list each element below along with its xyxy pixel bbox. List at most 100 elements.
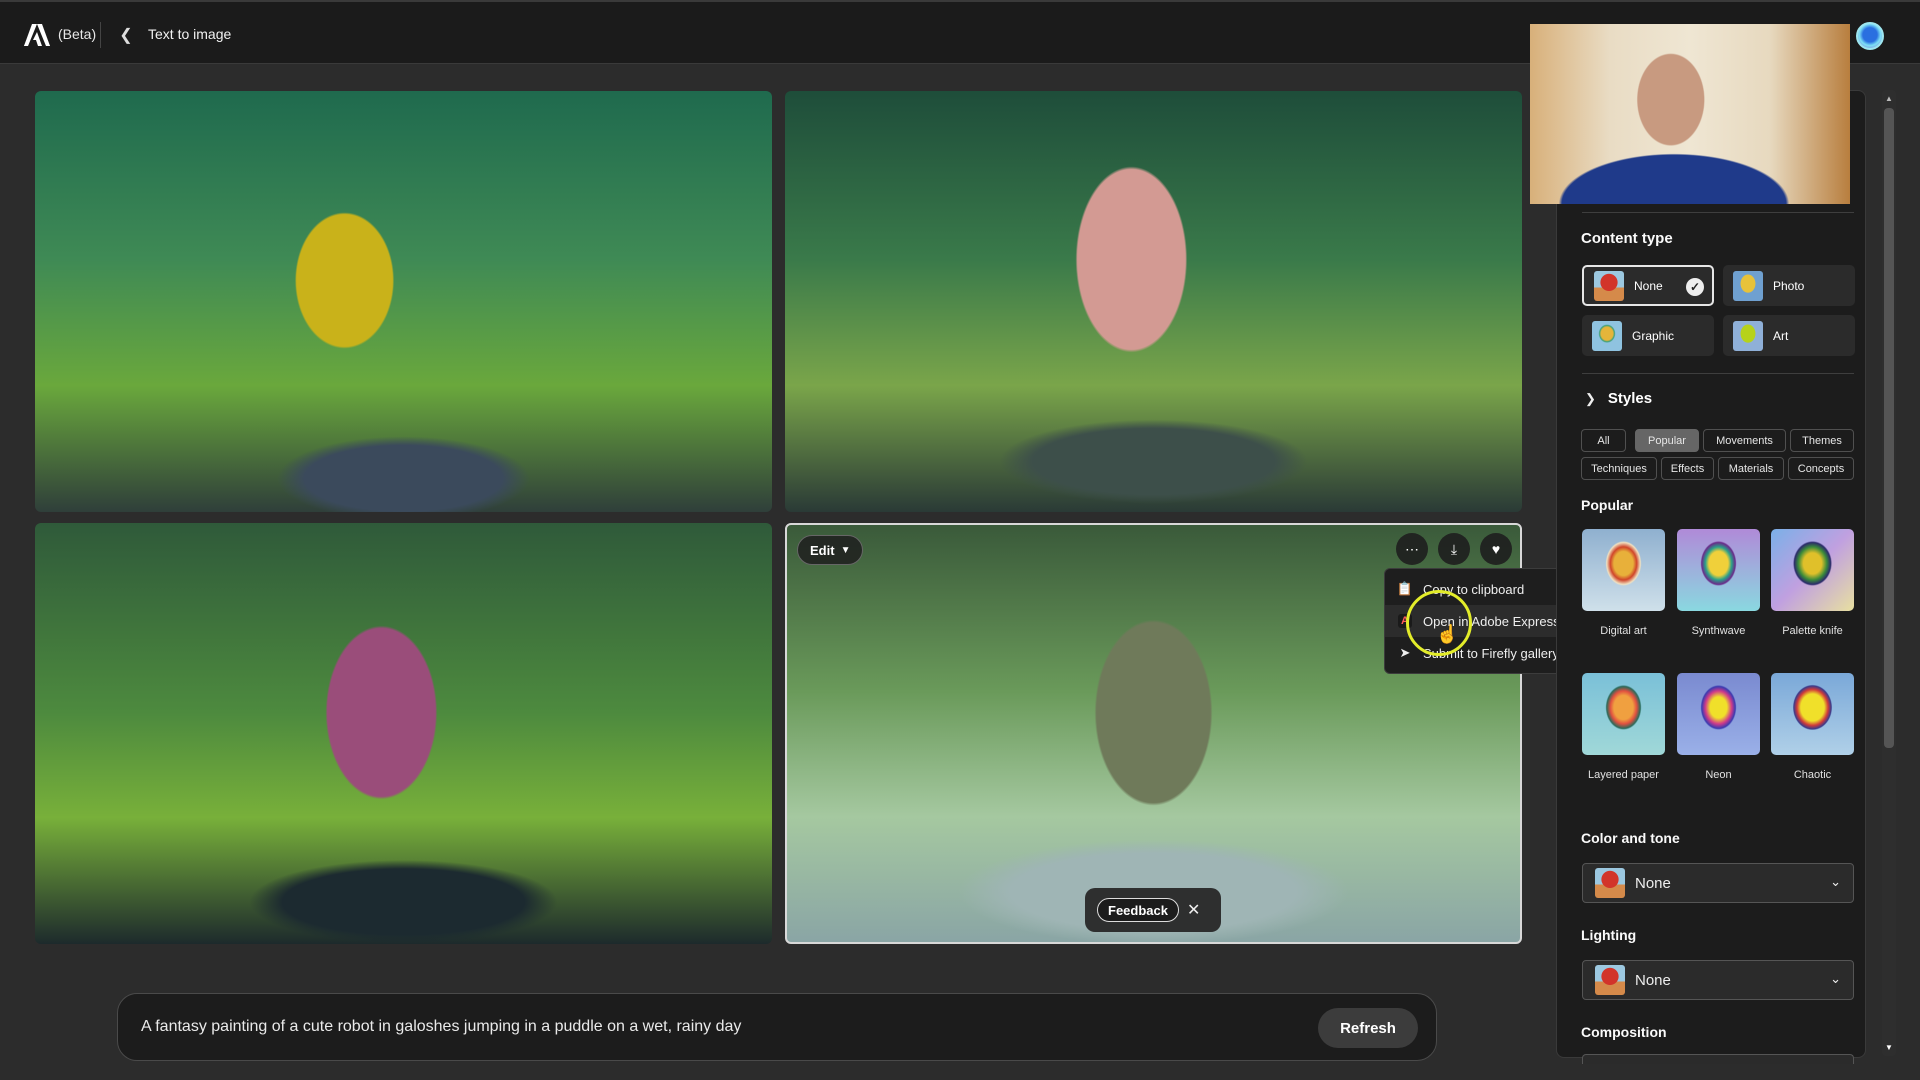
- style-filter-movements[interactable]: Movements: [1703, 429, 1786, 452]
- page-title: Text to image: [148, 26, 232, 42]
- style-digital-art[interactable]: Digital art: [1582, 529, 1665, 637]
- content-type-label: Photo: [1773, 278, 1805, 293]
- scroll-up-icon[interactable]: ▲: [1885, 94, 1893, 103]
- image-grid: Edit ▼ ⋯ ⤓ ♥: [35, 91, 1522, 944]
- refresh-button[interactable]: Refresh: [1318, 1008, 1418, 1048]
- prompt-bar: A fantasy painting of a cute robot in ga…: [117, 993, 1437, 1061]
- popular-group-title: Popular: [1581, 497, 1634, 513]
- style-label: Layered paper: [1588, 769, 1659, 781]
- styles-toggle[interactable]: ❯ Styles: [1585, 390, 1652, 407]
- generated-image-2[interactable]: [785, 91, 1522, 512]
- chevron-down-icon: ⌄: [1830, 874, 1841, 889]
- chevron-down-icon: ⌄: [1830, 971, 1841, 986]
- dropdown-value: None: [1635, 971, 1671, 989]
- checkmark-icon: ✓: [1686, 278, 1704, 296]
- style-palette-knife[interactable]: Palette knife: [1771, 529, 1854, 637]
- lighting-dropdown[interactable]: None ⌄: [1582, 960, 1854, 1000]
- style-synthwave[interactable]: Synthwave: [1677, 529, 1760, 637]
- composition-dropdown[interactable]: [1582, 1054, 1854, 1064]
- content-type-art[interactable]: Art: [1723, 315, 1855, 356]
- profile-avatar[interactable]: [1856, 22, 1884, 50]
- more-icon: ⋯: [1405, 540, 1419, 557]
- style-label: Palette knife: [1782, 625, 1843, 637]
- content-type-label: None: [1634, 278, 1663, 293]
- menu-item-label: Submit to Firefly gallery: [1423, 645, 1559, 661]
- more-options-button[interactable]: ⋯: [1396, 533, 1428, 565]
- style-thumbnail: [1771, 529, 1854, 611]
- close-icon[interactable]: ✕: [1187, 900, 1200, 920]
- menu-item-open-in-adobe-express[interactable]: A Open in Adobe Express: [1385, 605, 1581, 637]
- style-thumbnail: [1677, 673, 1760, 755]
- divider: [100, 22, 101, 48]
- prompt-input[interactable]: A fantasy painting of a cute robot in ga…: [141, 1018, 741, 1036]
- style-thumbnail: [1771, 673, 1854, 755]
- menu-item-copy-to-clipboard[interactable]: 📋 Copy to clipboard: [1385, 573, 1581, 605]
- generated-image-1[interactable]: [35, 91, 772, 512]
- feedback-bar: Feedback ✕: [1085, 888, 1221, 932]
- download-icon: ⤓: [1450, 540, 1458, 557]
- balloon-thumbnail: [1733, 270, 1763, 301]
- divider: [1582, 373, 1854, 374]
- style-thumbnail: [1677, 529, 1760, 611]
- color-and-tone-title: Color and tone: [1581, 830, 1680, 846]
- content-type-photo[interactable]: Photo: [1723, 265, 1855, 306]
- style-label: Digital art: [1600, 625, 1647, 637]
- balloon-thumbnail: [1595, 868, 1625, 898]
- style-thumbnail: [1582, 529, 1665, 611]
- style-filter-materials[interactable]: Materials: [1718, 457, 1784, 480]
- style-filter-effects[interactable]: Effects: [1661, 457, 1714, 480]
- panel-scrollbar[interactable]: ▲ ▼: [1882, 90, 1896, 1056]
- style-filter-techniques[interactable]: Techniques: [1581, 457, 1657, 480]
- download-button[interactable]: ⤓: [1438, 533, 1470, 565]
- styles-title: Styles: [1607, 390, 1653, 407]
- content-type-none[interactable]: None ✓: [1582, 265, 1714, 306]
- style-filter-popular[interactable]: Popular: [1635, 429, 1699, 452]
- favorite-button[interactable]: ♥: [1480, 533, 1512, 565]
- lighting-title: Lighting: [1581, 927, 1637, 943]
- menu-item-label: Open in Adobe Express: [1423, 613, 1560, 629]
- clipboard-icon: 📋: [1396, 581, 1414, 596]
- content-type-label: Graphic: [1632, 328, 1675, 343]
- edit-button[interactable]: Edit ▼: [797, 535, 864, 565]
- scroll-down-icon[interactable]: ▼: [1885, 1043, 1893, 1052]
- color-and-tone-dropdown[interactable]: None ⌄: [1582, 863, 1854, 903]
- send-icon: ➤: [1399, 645, 1411, 660]
- style-filter-themes[interactable]: Themes: [1790, 429, 1854, 452]
- balloon-thumbnail: [1594, 270, 1624, 301]
- content-type-title: Content type: [1581, 230, 1673, 247]
- style-chaotic[interactable]: Chaotic: [1771, 673, 1854, 781]
- style-thumbnail: [1582, 673, 1665, 755]
- scroll-thumb[interactable]: [1884, 108, 1894, 748]
- composition-title: Composition: [1581, 1024, 1667, 1040]
- divider: [1582, 212, 1854, 213]
- edit-label: Edit: [810, 542, 835, 558]
- feedback-button[interactable]: Feedback: [1097, 898, 1179, 922]
- content-type-graphic[interactable]: Graphic: [1582, 315, 1714, 356]
- style-layered-paper[interactable]: Layered paper: [1582, 673, 1665, 781]
- style-label: Neon: [1705, 769, 1732, 781]
- style-neon[interactable]: Neon: [1677, 673, 1760, 781]
- style-label: Synthwave: [1691, 625, 1746, 637]
- dropdown-value: None: [1635, 874, 1671, 892]
- style-filter-concepts[interactable]: Concepts: [1788, 457, 1854, 480]
- chevron-left-icon: ❮: [119, 27, 133, 44]
- balloon-thumbnail: [1592, 320, 1622, 351]
- beta-label: (Beta): [58, 26, 97, 42]
- generated-image-3[interactable]: [35, 523, 772, 944]
- adobe-express-icon: A: [1397, 613, 1413, 629]
- back-button[interactable]: ❮: [116, 24, 136, 46]
- image-context-menu: 📋 Copy to clipboard A Open in Adobe Expr…: [1384, 568, 1582, 674]
- webcam-overlay: [1530, 24, 1850, 204]
- chevron-down-icon: ▼: [840, 544, 851, 556]
- style-filter-all[interactable]: All: [1581, 429, 1626, 452]
- chevron-right-icon: ❯: [1585, 390, 1596, 406]
- content-type-label: Art: [1773, 328, 1789, 343]
- style-label: Chaotic: [1793, 769, 1832, 781]
- balloon-thumbnail: [1733, 320, 1763, 351]
- adobe-logo-icon[interactable]: [24, 24, 50, 46]
- heart-icon: ♥: [1491, 541, 1501, 557]
- menu-item-label: Copy to clipboard: [1423, 581, 1525, 597]
- balloon-thumbnail: [1595, 965, 1625, 995]
- image-actions: ⋯ ⤓ ♥: [1396, 533, 1512, 565]
- menu-item-submit-to-firefly-gallery[interactable]: ➤ Submit to Firefly gallery: [1385, 637, 1581, 669]
